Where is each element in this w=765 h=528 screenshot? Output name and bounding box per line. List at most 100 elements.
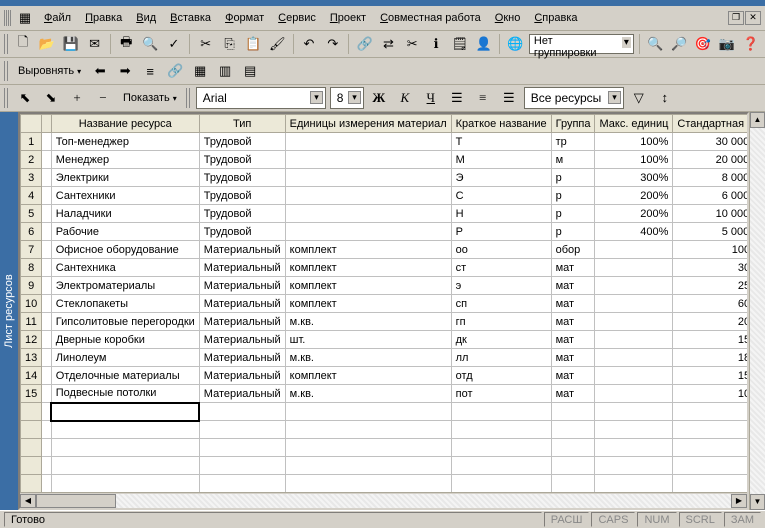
font-name-select[interactable]: Arial: [196, 87, 326, 109]
goto-icon[interactable]: 🎯: [692, 33, 713, 55]
info-icon[interactable]: ℹ: [426, 33, 447, 55]
row-header[interactable]: [21, 403, 42, 421]
cell[interactable]: [551, 421, 595, 439]
cell-max[interactable]: [595, 367, 673, 385]
cell[interactable]: [673, 439, 747, 457]
cell-group[interactable]: р: [551, 187, 595, 205]
note-icon[interactable]: 🗒: [449, 33, 470, 55]
cell-unit[interactable]: м.кв.: [285, 385, 451, 403]
menu-window[interactable]: Окно: [489, 10, 527, 26]
menu-file[interactable]: Файл: [38, 10, 77, 26]
link-task-icon[interactable]: 🔗: [164, 60, 186, 82]
group-combo[interactable]: Нет группировки: [529, 34, 634, 54]
cell-max[interactable]: 100%: [595, 133, 673, 151]
outdent-icon[interactable]: ⬅: [89, 60, 111, 82]
row-header[interactable]: 10: [21, 295, 42, 313]
cell-group[interactable]: мат: [551, 385, 595, 403]
cell-name[interactable]: Наладчики: [51, 205, 199, 223]
sort-icon[interactable]: ↕: [654, 87, 676, 109]
cell[interactable]: [451, 457, 551, 475]
menu-format[interactable]: Формат: [219, 10, 270, 26]
cell-type[interactable]: Материальный: [199, 385, 285, 403]
cell[interactable]: [551, 475, 595, 493]
cell[interactable]: [551, 403, 595, 421]
font-size-select[interactable]: 8: [330, 87, 364, 109]
cell-name[interactable]: Электроматериалы: [51, 277, 199, 295]
cell-info[interactable]: [42, 349, 52, 367]
row-header[interactable]: 15: [21, 385, 42, 403]
cell-max[interactable]: [595, 295, 673, 313]
cell-name[interactable]: [51, 403, 199, 421]
save-icon[interactable]: 💾: [60, 33, 81, 55]
cell-group[interactable]: мат: [551, 349, 595, 367]
cell-type[interactable]: Трудовой: [199, 133, 285, 151]
table-row[interactable]: 5НаладчикиТрудовойНр200%10 000р./мес1 00…: [21, 205, 748, 223]
cell-unit[interactable]: м.кв.: [285, 349, 451, 367]
scroll-right-icon[interactable]: ▶: [731, 494, 747, 508]
zoom-out-icon[interactable]: 🔍: [645, 33, 666, 55]
cell-type[interactable]: Трудовой: [199, 205, 285, 223]
cell-name[interactable]: Рабочие: [51, 223, 199, 241]
underline-button[interactable]: Ч: [420, 87, 442, 109]
menu-help[interactable]: Справка: [528, 10, 583, 26]
v-scrollbar[interactable]: ▲ ▼: [749, 112, 765, 510]
cell-short[interactable]: гп: [451, 313, 551, 331]
align-right-icon[interactable]: ☰: [498, 87, 520, 109]
cell[interactable]: [285, 439, 451, 457]
table-row[interactable]: 1Топ-менеджерТрудовойТтр100%30 000р./мес…: [21, 133, 748, 151]
restore-button[interactable]: ❐: [728, 11, 744, 25]
undo-icon[interactable]: ↶: [299, 33, 320, 55]
cell-short[interactable]: Н: [451, 205, 551, 223]
group2-icon[interactable]: ▥: [214, 60, 236, 82]
cell-short[interactable]: Э: [451, 169, 551, 187]
cell[interactable]: [673, 403, 747, 421]
cell-group[interactable]: р: [551, 223, 595, 241]
cell-info[interactable]: [42, 187, 52, 205]
row-header[interactable]: 12: [21, 331, 42, 349]
menu-insert[interactable]: Вставка: [164, 10, 217, 26]
cell-type[interactable]: Трудовой: [199, 169, 285, 187]
scroll-left-icon[interactable]: ◀: [20, 494, 36, 508]
cell-max[interactable]: 300%: [595, 169, 673, 187]
cell-unit[interactable]: комплект: [285, 295, 451, 313]
italic-button[interactable]: К: [394, 87, 416, 109]
bold-button[interactable]: Ж: [368, 87, 390, 109]
cell[interactable]: [451, 403, 551, 421]
cell-info[interactable]: [42, 277, 52, 295]
align-left-icon[interactable]: ☰: [446, 87, 468, 109]
row-header[interactable]: 4: [21, 187, 42, 205]
cell-rate[interactable]: 10 000р./мес: [673, 205, 747, 223]
cell-name[interactable]: Электрики: [51, 169, 199, 187]
cell-type[interactable]: Трудовой: [199, 187, 285, 205]
cell-group[interactable]: мат: [551, 331, 595, 349]
cell-short[interactable]: Р: [451, 223, 551, 241]
col-name[interactable]: Название ресурса: [51, 115, 199, 133]
copy-pic-icon[interactable]: 📷: [716, 33, 737, 55]
cell-unit[interactable]: комплект: [285, 241, 451, 259]
cell-rate[interactable]: 20 000р.: [673, 313, 747, 331]
cell-max[interactable]: [595, 385, 673, 403]
cell-name[interactable]: Топ-менеджер: [51, 133, 199, 151]
copy-icon[interactable]: ⎘: [219, 33, 240, 55]
align-center-icon[interactable]: ≡: [472, 87, 494, 109]
cell-info[interactable]: [42, 403, 52, 421]
cell-max[interactable]: [595, 331, 673, 349]
link-icon[interactable]: 🔗: [354, 33, 375, 55]
cell-unit[interactable]: [285, 133, 451, 151]
cell-type[interactable]: Материальный: [199, 313, 285, 331]
cell-name[interactable]: [51, 439, 199, 457]
level-icon[interactable]: ≡: [139, 60, 161, 82]
cell-name[interactable]: Линолеум: [51, 349, 199, 367]
cell-info[interactable]: [42, 367, 52, 385]
col-type[interactable]: Тип: [199, 115, 285, 133]
cell[interactable]: [451, 421, 551, 439]
cell-group[interactable]: тр: [551, 133, 595, 151]
table-row[interactable]: [21, 475, 748, 493]
row-header[interactable]: 6: [21, 223, 42, 241]
cell-name[interactable]: [51, 475, 199, 493]
cell-short[interactable]: ст: [451, 259, 551, 277]
cell-name[interactable]: [51, 421, 199, 439]
cell-info[interactable]: [42, 313, 52, 331]
select-all-cell[interactable]: [21, 115, 42, 133]
cell-short[interactable]: дк: [451, 331, 551, 349]
